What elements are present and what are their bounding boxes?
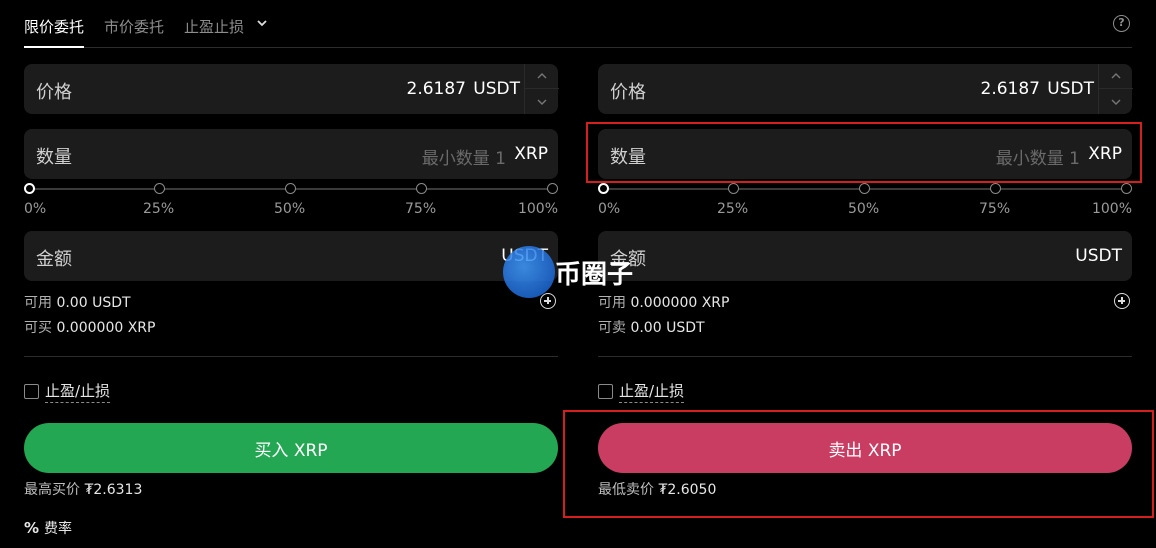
highlight-box-quantity bbox=[586, 122, 1142, 183]
slider-stop-0[interactable] bbox=[24, 183, 35, 194]
buy-quantity-unit: XRP bbox=[514, 144, 548, 164]
slider-stop-100[interactable] bbox=[1121, 183, 1132, 194]
max-sell-label: 可卖 bbox=[598, 320, 626, 336]
pct-label: 0% bbox=[24, 201, 47, 217]
watermark-text: 币圈子 bbox=[555, 260, 634, 290]
sell-price-field[interactable]: 价格 2.6187 USDT bbox=[598, 64, 1133, 114]
slider-stop-0[interactable] bbox=[598, 183, 609, 194]
active-tab-underline bbox=[24, 46, 84, 48]
max-buy-value: 0.000000 XRP bbox=[56, 320, 156, 336]
tab-market-order[interactable]: 市价委托 bbox=[104, 16, 164, 37]
slider-stop-75[interactable] bbox=[416, 183, 427, 194]
buy-amount-field[interactable]: 金额 USDT bbox=[24, 231, 558, 281]
chevron-down-icon[interactable] bbox=[256, 17, 268, 29]
slider-stop-50[interactable] bbox=[859, 183, 870, 194]
sell-amount-unit: USDT bbox=[1075, 246, 1122, 266]
percent-icon: % bbox=[24, 519, 40, 537]
pct-label: 75% bbox=[979, 201, 1011, 217]
sell-percent-slider[interactable]: 0% 25% 50% 75% 100% bbox=[598, 183, 1132, 219]
highlight-box-sell-button bbox=[563, 410, 1154, 518]
sell-price-stepper bbox=[1098, 64, 1133, 114]
pct-label: 75% bbox=[405, 201, 437, 217]
slider-stop-75[interactable] bbox=[990, 183, 1001, 194]
max-buy-label: 可买 bbox=[24, 320, 52, 336]
sell-tpsl-toggle[interactable]: 止盈/止损 bbox=[598, 380, 685, 403]
buy-percent-slider[interactable]: 0% 25% 50% 75% 100% bbox=[24, 183, 558, 219]
order-type-tabs: 限价委托 市价委托 止盈止损 ? bbox=[24, 0, 1132, 48]
fee-rate-label: 费率 bbox=[44, 521, 73, 537]
pct-label: 50% bbox=[274, 201, 306, 217]
buy-price-stepper bbox=[524, 64, 559, 114]
sell-amount-field[interactable]: 金额 USDT bbox=[598, 231, 1132, 281]
slider-stop-25[interactable] bbox=[154, 183, 165, 194]
available-label: 可用 bbox=[598, 295, 626, 311]
available-value: 0.000000 XRP bbox=[630, 295, 730, 311]
tpsl-checkbox[interactable] bbox=[598, 384, 613, 399]
max-sell-value: 0.00 USDT bbox=[630, 320, 705, 336]
watermark-logo-icon bbox=[503, 246, 555, 298]
tpsl-checkbox[interactable] bbox=[24, 384, 39, 399]
buy-button[interactable]: 买入 XRP bbox=[24, 423, 558, 473]
buy-price-label: 价格 bbox=[36, 82, 72, 103]
highest-bid-value: ₮2.6313 bbox=[84, 482, 143, 498]
buy-quantity-field[interactable]: 数量 最小数量 1 XRP bbox=[24, 129, 558, 179]
buy-available: 可用 0.00 USDT bbox=[24, 292, 131, 312]
sell-available: 可用 0.000000 XRP bbox=[598, 292, 729, 312]
highest-bid-label: 最高买价 bbox=[24, 482, 80, 498]
pct-label: 50% bbox=[848, 201, 880, 217]
available-label: 可用 bbox=[24, 295, 52, 311]
chevron-down-icon[interactable] bbox=[525, 89, 559, 114]
sell-price-unit: USDT bbox=[1047, 79, 1094, 99]
sell-max-sellable: 可卖 0.00 USDT bbox=[598, 317, 705, 337]
chevron-up-icon[interactable] bbox=[525, 64, 559, 89]
tab-tpsl-order[interactable]: 止盈止损 bbox=[184, 16, 244, 37]
buy-tpsl-toggle[interactable]: 止盈/止损 bbox=[24, 380, 111, 403]
help-icon[interactable]: ? bbox=[1113, 15, 1130, 32]
slider-stop-50[interactable] bbox=[285, 183, 296, 194]
fee-rate-link[interactable]: % 费率 bbox=[24, 518, 72, 538]
add-funds-icon[interactable] bbox=[1114, 293, 1130, 309]
pct-label: 25% bbox=[717, 201, 749, 217]
watermark: 币圈子 bbox=[503, 242, 633, 302]
sell-price-label: 价格 bbox=[610, 82, 646, 103]
tpsl-label[interactable]: 止盈/止损 bbox=[45, 380, 111, 403]
sell-price-value[interactable]: 2.6187 bbox=[981, 79, 1040, 99]
chevron-up-icon[interactable] bbox=[1099, 64, 1133, 89]
buy-max-buyable: 可买 0.000000 XRP bbox=[24, 317, 155, 337]
pct-label: 100% bbox=[517, 201, 558, 217]
divider bbox=[24, 356, 558, 357]
buy-price-unit: USDT bbox=[473, 79, 520, 99]
available-value: 0.00 USDT bbox=[56, 295, 131, 311]
buy-price-value[interactable]: 2.6187 bbox=[407, 79, 466, 99]
slider-stop-25[interactable] bbox=[728, 183, 739, 194]
chevron-down-icon[interactable] bbox=[1099, 89, 1133, 114]
pct-label: 0% bbox=[598, 201, 621, 217]
tpsl-label[interactable]: 止盈/止损 bbox=[619, 380, 685, 403]
pct-label: 100% bbox=[1091, 201, 1132, 217]
buy-panel: 价格 2.6187 USDT 数量 最小数量 1 XRP 0% 25% 50% … bbox=[24, 64, 559, 534]
divider bbox=[598, 356, 1132, 357]
pct-label: 25% bbox=[143, 201, 175, 217]
buy-amount-label: 金额 bbox=[36, 249, 72, 270]
tab-limit-order[interactable]: 限价委托 bbox=[24, 16, 84, 37]
buy-quantity-placeholder[interactable]: 最小数量 1 bbox=[422, 144, 506, 169]
buy-price-field[interactable]: 价格 2.6187 USDT bbox=[24, 64, 559, 114]
buy-quantity-label: 数量 bbox=[36, 147, 72, 168]
slider-stop-100[interactable] bbox=[547, 183, 558, 194]
highest-bid: 最高买价 ₮2.6313 bbox=[24, 479, 142, 499]
